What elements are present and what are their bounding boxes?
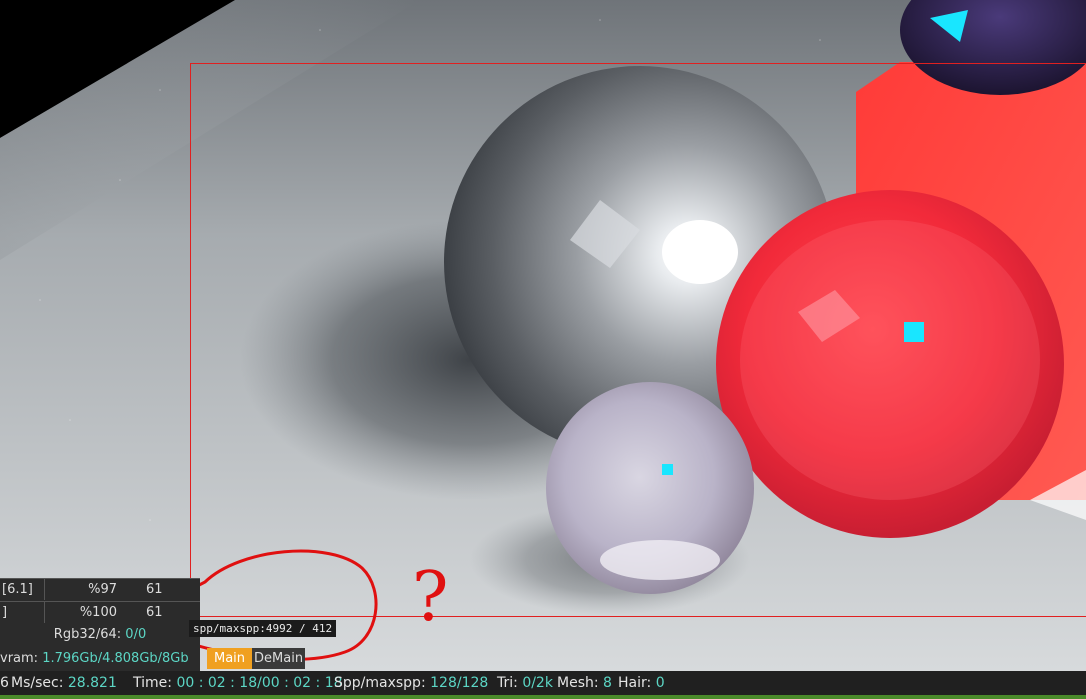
ms-per-sec-value: 28.821: [67, 675, 117, 691]
stats-table: [6.1] %97 61 ] %100 61: [0, 578, 200, 624]
vram-readout: vram: 1.796Gb/4.808Gb/8Gb: [0, 647, 200, 671]
time-readout: Time: 00 : 02 : 18/00 : 02 : 18: [133, 671, 343, 695]
spp-readout: Spp/maxspp: 128/128: [334, 671, 488, 695]
status-indicator-line: [0, 695, 1086, 699]
spp-tooltip: spp/maxspp:4992 / 412: [189, 620, 337, 637]
hair-value: 0: [655, 675, 665, 691]
question-annotation: ?: [412, 558, 449, 637]
buffer-format-readout: Rgb32/64: 0/0: [0, 623, 200, 647]
stats-row-label: ]: [2, 605, 8, 620]
buffer-format-value: 0/0: [125, 627, 147, 642]
ms-per-sec-label: Ms/sec:: [11, 675, 68, 691]
stats-row-label: [6.1]: [2, 582, 33, 597]
stats-row-percent: %100: [44, 602, 117, 623]
tri-readout: Tri: 0/2k: [497, 671, 553, 695]
stats-row-value: 61: [146, 582, 163, 597]
view-tabs: Main DeMain: [207, 648, 306, 669]
stats-row: ] %100 61: [0, 601, 200, 623]
tri-value: 0/2k: [522, 675, 553, 691]
spp-label: Spp/maxspp:: [334, 675, 431, 691]
buffer-format-label: Rgb32/64:: [53, 627, 126, 642]
ms-per-sec-readout: Ms/sec: 28.821: [11, 671, 117, 695]
stats-row: [6.1] %97 61: [0, 579, 200, 600]
status-bar: 6 Ms/sec: 28.821 Time: 00 : 02 : 18/00 :…: [0, 671, 1086, 695]
mesh-readout: Mesh: 8: [557, 671, 612, 695]
hair-readout: Hair: 0: [618, 671, 665, 695]
vram-value: 1.796Gb/4.808Gb/8Gb: [42, 651, 189, 666]
stats-row-value: 61: [146, 605, 163, 620]
status-prefix: 6: [0, 675, 9, 691]
hair-label: Hair:: [618, 675, 656, 691]
time-value: 00 : 02 : 18/00 : 02 : 18: [176, 675, 343, 691]
render-viewport[interactable]: [6.1] %97 61 ] %100 61 Rgb32/64: 0/0 vra…: [0, 0, 1086, 671]
render-image: [0, 0, 1086, 671]
mesh-label: Mesh:: [557, 675, 604, 691]
time-label: Time:: [133, 675, 177, 691]
stats-row-percent: %97: [44, 579, 117, 600]
tab-main[interactable]: Main: [207, 648, 253, 669]
tri-label: Tri:: [497, 675, 523, 691]
spp-value: 128/128: [430, 675, 489, 691]
mesh-value: 8: [603, 675, 612, 691]
vram-label: vram:: [0, 651, 43, 666]
tab-demain[interactable]: DeMain: [252, 648, 306, 669]
